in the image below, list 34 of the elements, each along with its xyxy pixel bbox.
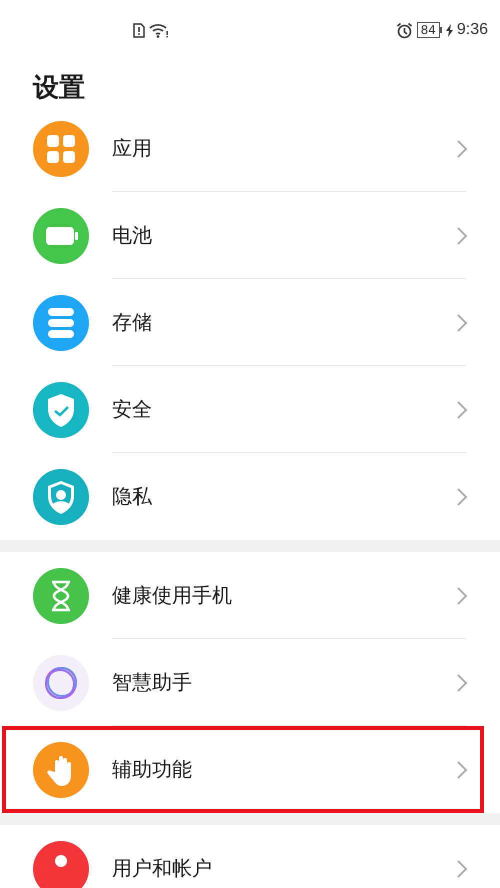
clock-time: 9:36 xyxy=(456,21,488,39)
item-label: 安全 xyxy=(112,396,153,423)
settings-item[interactable]: 存储 xyxy=(0,279,500,366)
settings-item[interactable]: 辅助功能 xyxy=(2,726,484,813)
charging-icon xyxy=(446,24,453,36)
chevron-icon xyxy=(457,400,467,418)
item-label: 存储 xyxy=(112,309,153,336)
item-label: 辅助功能 xyxy=(112,756,193,783)
chevron-icon xyxy=(457,586,467,604)
settings-item[interactable]: 安全 xyxy=(0,366,500,453)
settings-item[interactable]: 电池 xyxy=(0,192,500,279)
wifi-icon xyxy=(149,22,169,38)
chevron-icon xyxy=(457,488,467,506)
settings-item[interactable]: 隐私 xyxy=(0,453,500,540)
battery-level: 84 xyxy=(416,22,440,38)
item-label: 健康使用手机 xyxy=(112,582,233,609)
chevron-icon xyxy=(457,314,467,332)
chevron-icon xyxy=(457,760,467,778)
sim-alert-icon xyxy=(133,22,145,38)
alarm-icon xyxy=(396,22,413,38)
item-label: 用户和帐户 xyxy=(112,855,213,882)
item-label: 隐私 xyxy=(112,483,153,510)
item-label: 应用 xyxy=(112,135,153,162)
settings-item[interactable]: 智慧助手 xyxy=(0,639,500,726)
page-title: 设置 xyxy=(32,72,86,105)
chevron-icon xyxy=(457,226,467,244)
settings-item[interactable]: 健康使用手机 xyxy=(0,552,500,639)
chevron-icon xyxy=(457,140,467,158)
settings-item[interactable]: 应用 xyxy=(0,105,500,192)
item-label: 电池 xyxy=(112,222,153,249)
chevron-icon xyxy=(457,860,467,878)
chevron-icon xyxy=(457,674,467,692)
settings-item[interactable]: 用户和帐户 xyxy=(0,825,500,888)
item-label: 智慧助手 xyxy=(112,669,193,696)
